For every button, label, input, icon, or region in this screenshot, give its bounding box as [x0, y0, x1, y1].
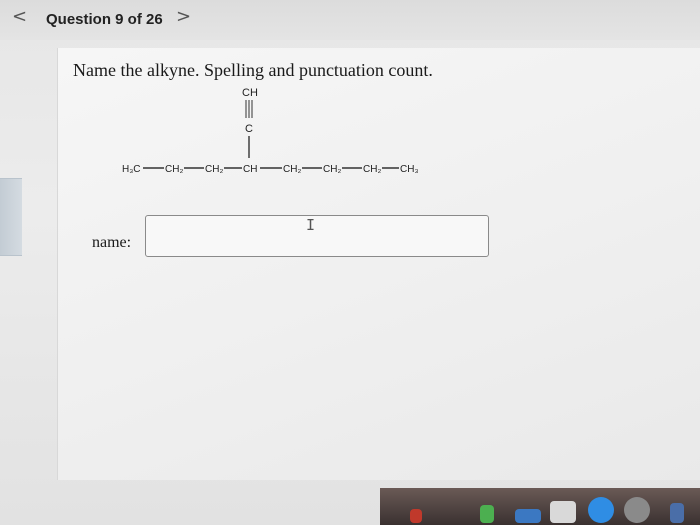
chain-group-8: CH₃ [400, 164, 419, 175]
app-store-icon[interactable] [588, 497, 614, 523]
previous-question-button[interactable]: < [12, 6, 27, 27]
dock-app-icon[interactable] [515, 509, 541, 523]
structural-formula: CH C H₃C CH₂ CH₂ CH CH₂ CH₂ CH₂ CH₃ [122, 87, 419, 175]
chain-group-6: CH₂ [323, 164, 341, 175]
answer-name-input[interactable] [145, 215, 489, 257]
bluetooth-icon[interactable] [670, 503, 684, 523]
dock-app-icon[interactable] [410, 509, 422, 523]
settings-icon[interactable] [624, 497, 650, 523]
dock-app-icon[interactable] [480, 505, 494, 523]
next-question-button[interactable]: > [176, 6, 191, 27]
text-cursor-icon: I [306, 216, 316, 234]
side-panel-tab[interactable] [0, 178, 22, 256]
chain-group-5: CH₂ [283, 164, 301, 175]
chain-group-3: CH₂ [205, 164, 223, 175]
chain-group-1: H₃C [122, 164, 141, 175]
chain-group-2: CH₂ [165, 164, 183, 175]
taskbar-dock [380, 488, 700, 525]
chain-group-7: CH₂ [363, 164, 381, 175]
dock-app-icon[interactable] [550, 501, 576, 523]
chain-group-4: CH [243, 164, 257, 175]
answer-label: name: [92, 234, 132, 251]
question-counter[interactable]: Question 9 of 26 [46, 11, 163, 28]
formula-branch-top: CH [242, 87, 258, 99]
question-nav-bar: < Question 9 of 26 > [0, 0, 700, 40]
formula-branch-mid: C [245, 123, 253, 135]
